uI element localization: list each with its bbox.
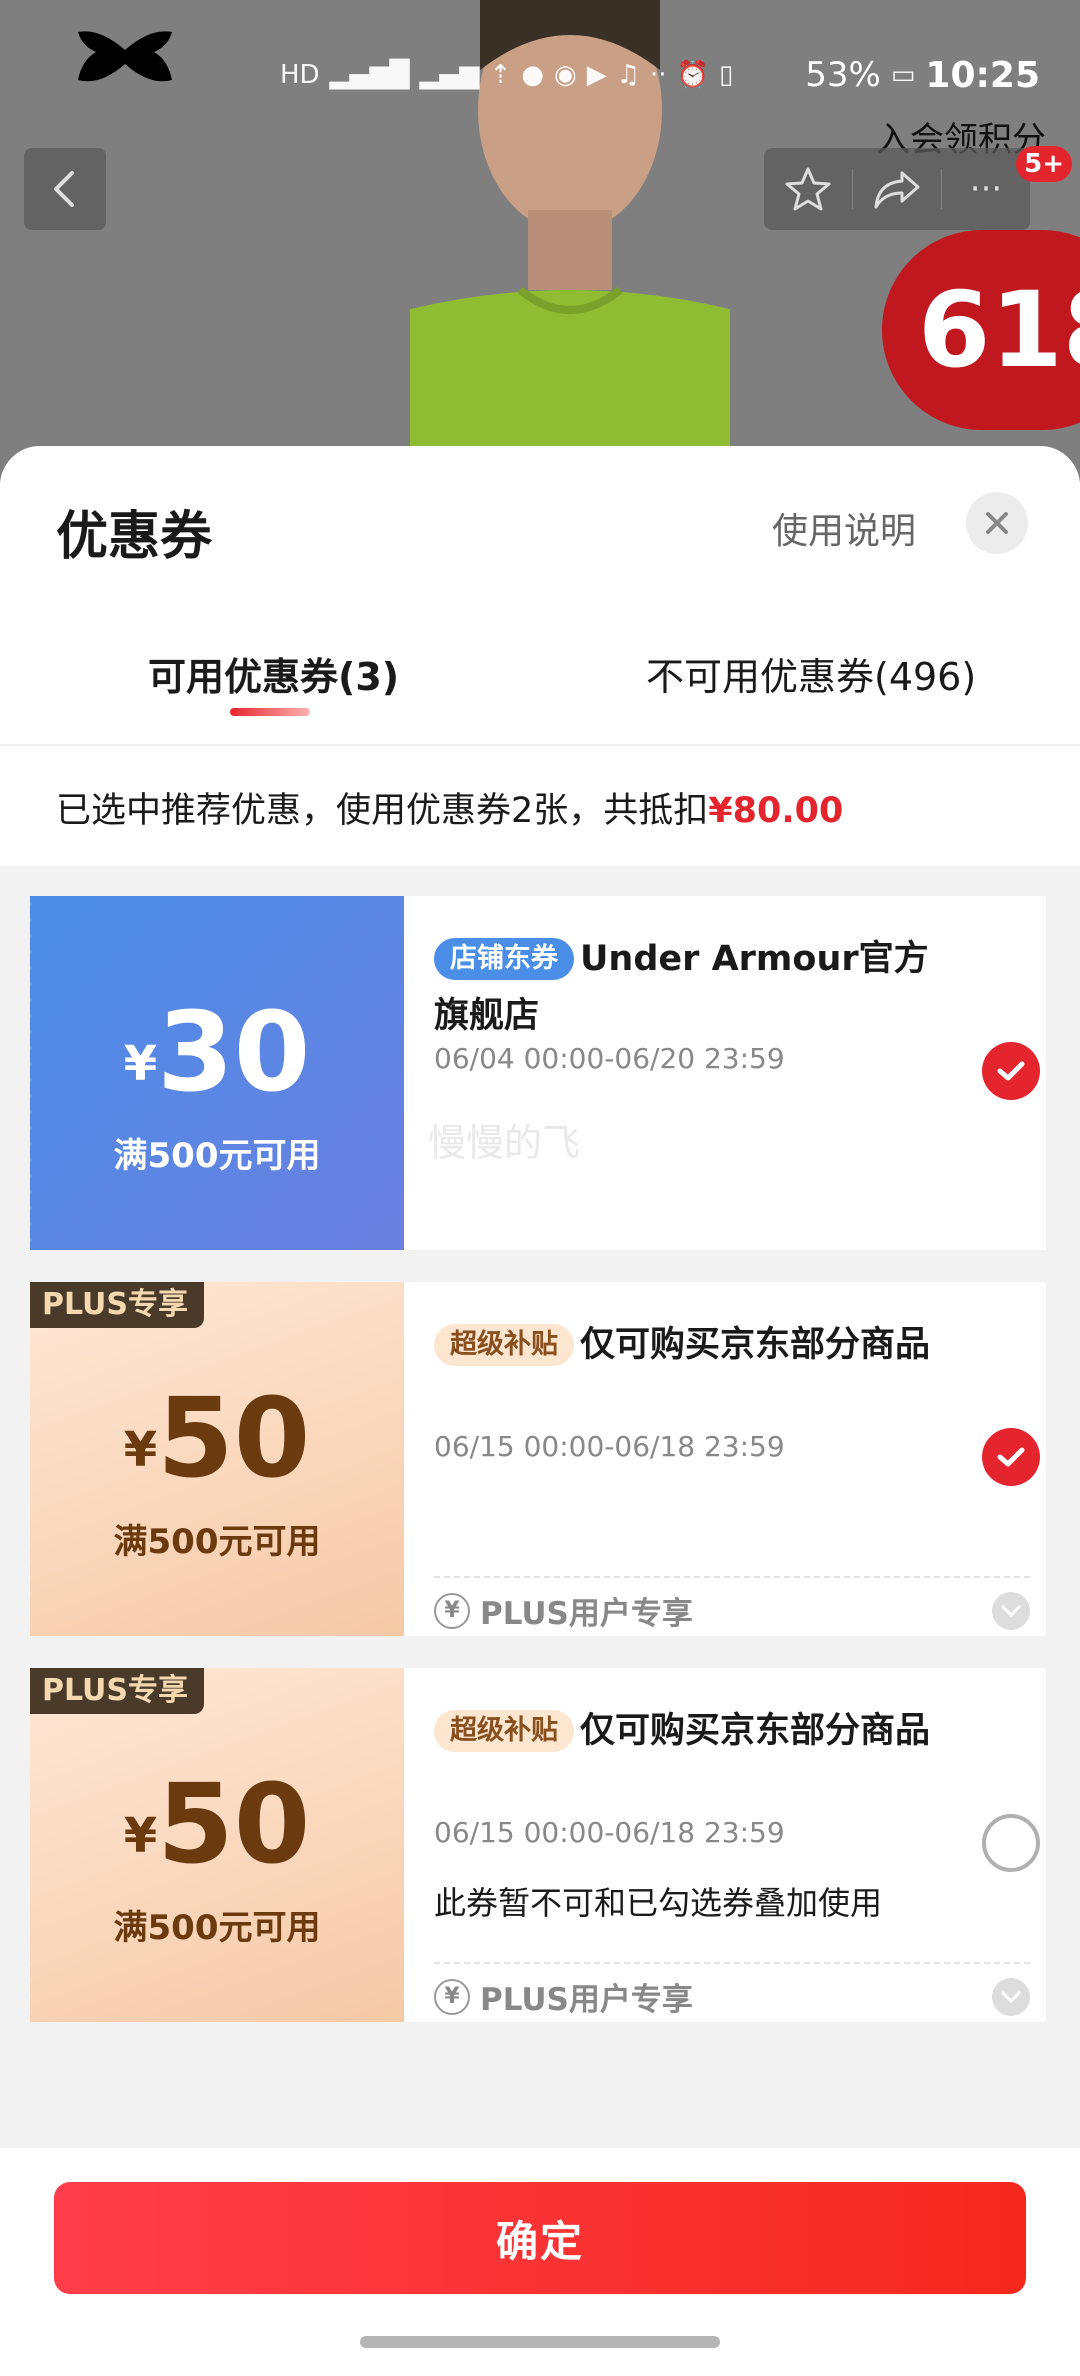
coupon-checkbox-checked[interactable] <box>982 1428 1040 1486</box>
currency-symbol: ¥ <box>123 1036 158 1092</box>
status-time: 10:25 <box>925 54 1040 96</box>
currency-symbol: ¥ <box>123 1422 158 1478</box>
chevron-left-icon <box>54 171 74 207</box>
upload-icon: ⇡ <box>489 60 512 90</box>
coupon-condition: 满500元可用 <box>113 1522 321 1562</box>
tab-available-coupons[interactable]: 可用优惠券(3) <box>148 646 399 701</box>
back-button[interactable] <box>24 148 106 230</box>
vibrate-icon: ▯ <box>718 60 734 90</box>
plus-exclusive-tag: PLUS专享 <box>30 1282 205 1328</box>
video-app-icon: ▶ <box>586 60 607 90</box>
active-tab-indicator <box>230 708 310 716</box>
status-bar: HD ▂▄▆█ ▂▄▆ ⇡ ● ◉ ▶ ♫ ·· ⏰ ▯ 53% ▭ 10:25 <box>280 50 1040 100</box>
plus-exclusive-tag: PLUS专享 <box>30 1668 205 1714</box>
coupon-amount-value: 50 <box>157 1374 311 1502</box>
coupon-condition: 满500元可用 <box>113 1136 321 1176</box>
yen-circle-icon: ¥ <box>434 1592 470 1629</box>
summary-amount: ¥80.00 <box>708 791 844 831</box>
coupon-checkbox-checked[interactable] <box>982 1042 1040 1100</box>
coupon-card[interactable]: ¥50 满500元可用 PLUS专享 超级补贴 仅可购买京东部分商品 06/15 … <box>30 1282 1046 1636</box>
home-indicator[interactable] <box>360 2336 720 2348</box>
check-icon <box>997 1447 1025 1467</box>
yen-circle-icon: ¥ <box>434 1978 470 2015</box>
app-notification-icon: ● <box>521 60 545 90</box>
notification-badge: 5+ <box>1016 146 1072 182</box>
divider <box>0 744 1080 746</box>
coupon-card[interactable]: ¥50 满500元可用 PLUS专享 超级补贴 仅可购买京东部分商品 06/15 … <box>30 1668 1046 2022</box>
top-action-group: ··· <box>764 148 1030 230</box>
music-app-icon: ♫ <box>616 60 641 90</box>
battery-percent: 53% <box>805 55 881 95</box>
star-icon <box>785 167 831 211</box>
coupon-card[interactable]: ¥30 满500元可用 店铺东券 Under Armour官方旗舰店 06/04 … <box>30 896 1046 1250</box>
coupon-checkbox-unchecked[interactable] <box>982 1814 1040 1872</box>
hd-icon: HD <box>280 60 320 90</box>
wechat-icon: ◉ <box>554 60 577 90</box>
coupon-condition: 满500元可用 <box>113 1908 321 1948</box>
share-icon <box>874 171 920 209</box>
more-notifications-icon: ·· <box>650 60 667 90</box>
product-background: HD ▂▄▆█ ▂▄▆ ⇡ ● ◉ ▶ ♫ ·· ⏰ ▯ 53% ▭ 10:25… <box>0 0 1080 500</box>
coupon-title: 超级补贴 仅可购买京东部分商品 <box>434 1316 954 1373</box>
tab-unavailable-coupons[interactable]: 不可用优惠券(496) <box>646 646 976 701</box>
chevron-down-icon[interactable] <box>992 1977 1030 2016</box>
coupon-type-tag: 店铺东券 <box>434 938 574 980</box>
usage-instructions-link[interactable]: 使用说明 <box>772 502 916 554</box>
coupon-details: 超级补贴 仅可购买京东部分商品 06/15 00:00-06/18 23:59 ¥… <box>404 1282 1046 1636</box>
coupon-title: 店铺东券 Under Armour官方旗舰店 <box>434 930 954 1044</box>
plus-user-footer[interactable]: ¥ PLUS用户专享 <box>434 1962 1030 2019</box>
plus-footer-text: PLUS用户专享 <box>480 1596 693 1632</box>
coupon-value-panel: ¥50 满500元可用 <box>30 1668 404 2022</box>
promo-618-badge: 618 <box>882 230 1080 430</box>
plus-footer-text: PLUS用户专享 <box>480 1982 693 2018</box>
chevron-down-icon[interactable] <box>992 1591 1030 1630</box>
share-button[interactable] <box>853 148 941 230</box>
currency-symbol: ¥ <box>123 1808 158 1864</box>
coupon-value-panel: ¥50 满500元可用 <box>30 1282 404 1636</box>
coupon-amount: ¥50 <box>30 1374 404 1502</box>
coupon-validity: 06/15 00:00-06/18 23:59 <box>434 1430 785 1463</box>
coupon-stack-note: 此券暂不可和已勾选券叠加使用 <box>434 1884 883 1922</box>
signal-icon: ▂▄▆█ <box>329 60 410 90</box>
coupon-amount: ¥30 <box>30 988 404 1116</box>
coupon-validity: 06/15 00:00-06/18 23:59 <box>434 1816 785 1849</box>
watermark: 慢慢的飞 <box>428 1121 581 1165</box>
coupon-title: 超级补贴 仅可购买京东部分商品 <box>434 1702 954 1759</box>
coupon-title-text: 仅可购买京东部分商品 <box>580 1325 931 1365</box>
app-screen: HD ▂▄▆█ ▂▄▆ ⇡ ● ◉ ▶ ♫ ·· ⏰ ▯ 53% ▭ 10:25… <box>0 0 1080 2376</box>
coupon-type-tag: 超级补贴 <box>434 1324 574 1366</box>
coupon-type-tag: 超级补贴 <box>434 1710 574 1752</box>
close-icon <box>986 512 1008 534</box>
under-armour-logo <box>78 31 172 82</box>
close-button[interactable] <box>966 492 1028 554</box>
coupon-sheet: 优惠券 使用说明 可用优惠券(3) 不可用优惠券(496) 已选中推荐优惠，使用… <box>0 446 1080 2376</box>
selection-summary: 已选中推荐优惠，使用优惠券2张，共抵扣¥80.00 <box>56 782 843 833</box>
coupon-amount-value: 30 <box>157 988 311 1116</box>
coupon-amount-value: 50 <box>157 1760 311 1888</box>
summary-text: 已选中推荐优惠，使用优惠券2张，共抵扣 <box>56 791 709 831</box>
coupon-details: 超级补贴 仅可购买京东部分商品 06/15 00:00-06/18 23:59 此… <box>404 1668 1046 2022</box>
confirm-button[interactable]: 确定 <box>54 2182 1026 2294</box>
sheet-title: 优惠券 <box>56 507 213 567</box>
plus-user-footer[interactable]: ¥ PLUS用户专享 <box>434 1576 1030 1633</box>
check-icon <box>997 1061 1025 1081</box>
coupon-value-panel: ¥30 满500元可用 <box>30 896 404 1250</box>
signal-icon-2: ▂▄▆ <box>419 60 480 90</box>
coupon-amount: ¥50 <box>30 1760 404 1888</box>
more-icon: ··· <box>969 169 1003 209</box>
coupon-details: 店铺东券 Under Armour官方旗舰店 06/04 00:00-06/20 … <box>404 896 1046 1250</box>
coupon-title-text: 仅可购买京东部分商品 <box>580 1711 931 1751</box>
alarm-icon: ⏰ <box>676 60 709 90</box>
favorite-button[interactable] <box>764 148 852 230</box>
battery-icon: ▭ <box>890 60 916 90</box>
coupon-validity: 06/04 00:00-06/20 23:59 <box>434 1042 785 1075</box>
bottom-action-bar: 确定 <box>0 2148 1080 2376</box>
